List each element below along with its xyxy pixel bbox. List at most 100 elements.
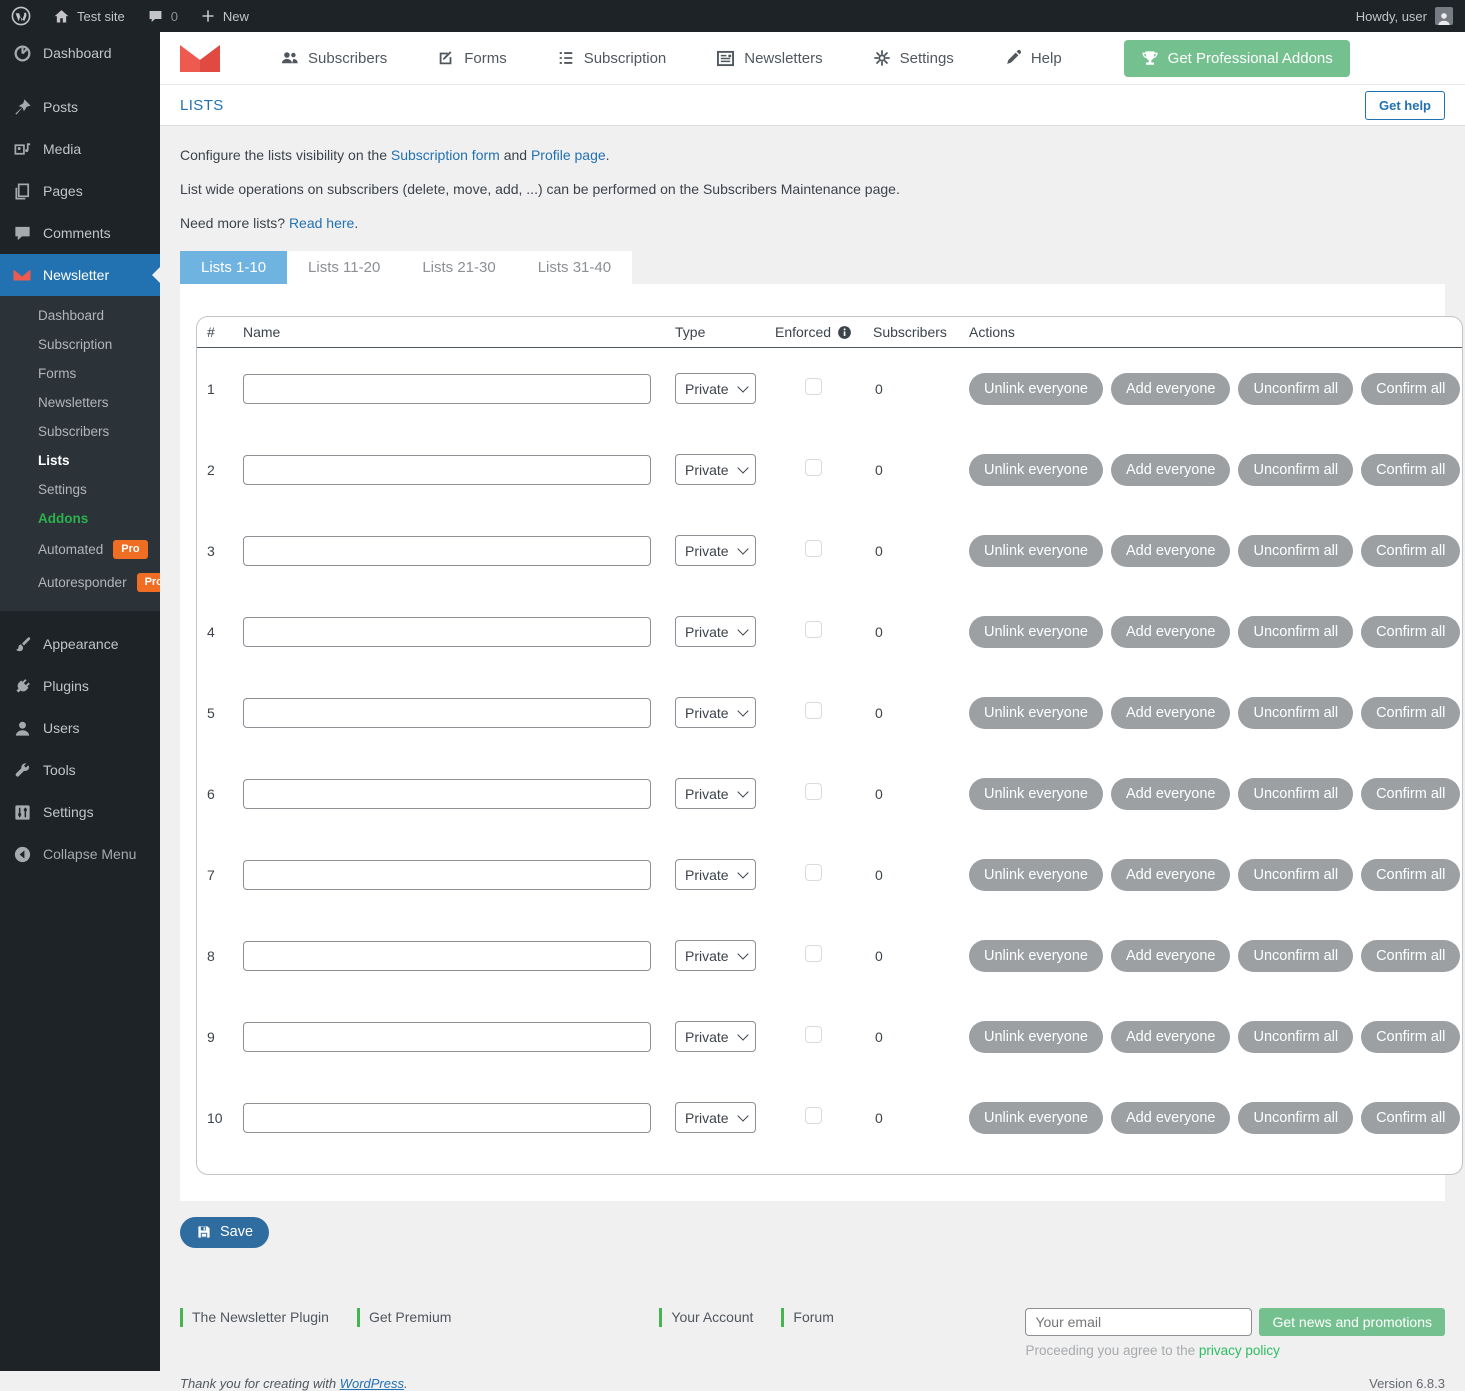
tab-lists-1-10[interactable]: Lists 1-10 <box>180 251 287 284</box>
add-everyone-button[interactable]: Add everyone <box>1111 1021 1230 1053</box>
add-everyone-button[interactable]: Add everyone <box>1111 1102 1230 1134</box>
footer-link-plugin[interactable]: The Newsletter Plugin <box>180 1308 329 1327</box>
list-name-input[interactable] <box>243 779 651 809</box>
confirm-all-button[interactable]: Confirm all <box>1361 616 1460 648</box>
get-help-button[interactable]: Get help <box>1365 91 1445 120</box>
unconfirm-all-button[interactable]: Unconfirm all <box>1238 535 1353 567</box>
unlink-everyone-button[interactable]: Unlink everyone <box>969 454 1103 486</box>
collapse-menu-button[interactable]: Collapse Menu <box>0 833 160 875</box>
type-select[interactable]: Private <box>675 778 756 809</box>
tab-lists-11-20[interactable]: Lists 11-20 <box>287 251 401 284</box>
confirm-all-button[interactable]: Confirm all <box>1361 778 1460 810</box>
submenu-item-settings[interactable]: Settings <box>0 475 160 504</box>
unlink-everyone-button[interactable]: Unlink everyone <box>969 940 1103 972</box>
sidebar-item-tools[interactable]: Tools <box>0 749 160 791</box>
sidebar-item-dashboard[interactable]: Dashboard <box>0 32 160 74</box>
sidebar-item-plugins[interactable]: Plugins <box>0 665 160 707</box>
type-select[interactable]: Private <box>675 535 756 566</box>
confirm-all-button[interactable]: Confirm all <box>1361 697 1460 729</box>
unconfirm-all-button[interactable]: Unconfirm all <box>1238 1102 1353 1134</box>
list-name-input[interactable] <box>243 455 651 485</box>
unlink-everyone-button[interactable]: Unlink everyone <box>969 1021 1103 1053</box>
footer-link-premium[interactable]: Get Premium <box>357 1308 451 1327</box>
sidebar-item-posts[interactable]: Posts <box>0 86 160 128</box>
enforced-checkbox[interactable] <box>805 702 822 719</box>
enforced-checkbox[interactable] <box>805 945 822 962</box>
type-select[interactable]: Private <box>675 859 756 890</box>
nav-subscription[interactable]: Subscription <box>543 41 681 75</box>
add-everyone-button[interactable]: Add everyone <box>1111 697 1230 729</box>
type-select[interactable]: Private <box>675 697 756 728</box>
confirm-all-button[interactable]: Confirm all <box>1361 1021 1460 1053</box>
comments-shortcut[interactable]: 0 <box>136 0 189 32</box>
list-name-input[interactable] <box>243 860 651 890</box>
save-button[interactable]: Save <box>180 1217 269 1248</box>
type-select[interactable]: Private <box>675 1102 756 1133</box>
submenu-item-subscribers[interactable]: Subscribers <box>0 417 160 446</box>
unconfirm-all-button[interactable]: Unconfirm all <box>1238 1021 1353 1053</box>
footer-link-forum[interactable]: Forum <box>781 1308 833 1327</box>
sidebar-item-users[interactable]: Users <box>0 707 160 749</box>
unlink-everyone-button[interactable]: Unlink everyone <box>969 697 1103 729</box>
unconfirm-all-button[interactable]: Unconfirm all <box>1238 454 1353 486</box>
list-name-input[interactable] <box>243 374 651 404</box>
profile-page-link[interactable]: Profile page <box>531 147 606 163</box>
unlink-everyone-button[interactable]: Unlink everyone <box>969 1102 1103 1134</box>
add-everyone-button[interactable]: Add everyone <box>1111 373 1230 405</box>
nav-newsletters[interactable]: Newsletters <box>702 42 836 75</box>
confirm-all-button[interactable]: Confirm all <box>1361 1102 1460 1134</box>
wordpress-link[interactable]: WordPress <box>340 1376 404 1391</box>
confirm-all-button[interactable]: Confirm all <box>1361 940 1460 972</box>
get-professional-addons-button[interactable]: Get Professional Addons <box>1124 40 1350 77</box>
type-select[interactable]: Private <box>675 373 756 404</box>
type-select[interactable]: Private <box>675 1021 756 1052</box>
unlink-everyone-button[interactable]: Unlink everyone <box>969 616 1103 648</box>
unconfirm-all-button[interactable]: Unconfirm all <box>1238 940 1353 972</box>
enforced-checkbox[interactable] <box>805 540 822 557</box>
confirm-all-button[interactable]: Confirm all <box>1361 859 1460 891</box>
list-name-input[interactable] <box>243 941 651 971</box>
enforced-checkbox[interactable] <box>805 378 822 395</box>
submenu-item-autoresponder[interactable]: Autoresponder Pro <box>0 566 160 599</box>
nav-settings[interactable]: Settings <box>859 41 968 75</box>
newsletter-logo[interactable] <box>180 45 220 72</box>
sidebar-item-newsletter[interactable]: Newsletter <box>0 254 160 296</box>
submenu-item-newsletters[interactable]: Newsletters <box>0 388 160 417</box>
add-everyone-button[interactable]: Add everyone <box>1111 778 1230 810</box>
sidebar-item-pages[interactable]: Pages <box>0 170 160 212</box>
info-icon[interactable] <box>837 325 852 340</box>
add-everyone-button[interactable]: Add everyone <box>1111 859 1230 891</box>
enforced-checkbox[interactable] <box>805 1107 822 1124</box>
type-select[interactable]: Private <box>675 454 756 485</box>
submenu-item-addons[interactable]: Addons <box>0 504 160 533</box>
privacy-policy-link[interactable]: privacy policy <box>1199 1343 1280 1358</box>
submenu-item-lists[interactable]: Lists <box>0 446 160 475</box>
email-input[interactable] <box>1025 1308 1252 1336</box>
nav-subscribers[interactable]: Subscribers <box>266 42 401 75</box>
nav-forms[interactable]: Forms <box>423 41 521 75</box>
confirm-all-button[interactable]: Confirm all <box>1361 373 1460 405</box>
tab-lists-21-30[interactable]: Lists 21-30 <box>401 251 516 284</box>
type-select[interactable]: Private <box>675 616 756 647</box>
unlink-everyone-button[interactable]: Unlink everyone <box>969 778 1103 810</box>
list-name-input[interactable] <box>243 1103 651 1133</box>
submenu-item-subscription[interactable]: Subscription <box>0 330 160 359</box>
list-name-input[interactable] <box>243 617 651 647</box>
tab-lists-31-40[interactable]: Lists 31-40 <box>517 251 632 284</box>
unconfirm-all-button[interactable]: Unconfirm all <box>1238 697 1353 729</box>
confirm-all-button[interactable]: Confirm all <box>1361 454 1460 486</box>
enforced-checkbox[interactable] <box>805 1026 822 1043</box>
new-content-menu[interactable]: New <box>189 0 260 32</box>
unlink-everyone-button[interactable]: Unlink everyone <box>969 535 1103 567</box>
footer-link-account[interactable]: Your Account <box>659 1308 753 1327</box>
sidebar-item-media[interactable]: Media <box>0 128 160 170</box>
unconfirm-all-button[interactable]: Unconfirm all <box>1238 859 1353 891</box>
sidebar-item-appearance[interactable]: Appearance <box>0 623 160 665</box>
unconfirm-all-button[interactable]: Unconfirm all <box>1238 616 1353 648</box>
add-everyone-button[interactable]: Add everyone <box>1111 940 1230 972</box>
unconfirm-all-button[interactable]: Unconfirm all <box>1238 373 1353 405</box>
unlink-everyone-button[interactable]: Unlink everyone <box>969 859 1103 891</box>
submenu-item-automated[interactable]: Automated Pro <box>0 533 160 566</box>
type-select[interactable]: Private <box>675 940 756 971</box>
site-link[interactable]: Test site <box>42 0 136 32</box>
